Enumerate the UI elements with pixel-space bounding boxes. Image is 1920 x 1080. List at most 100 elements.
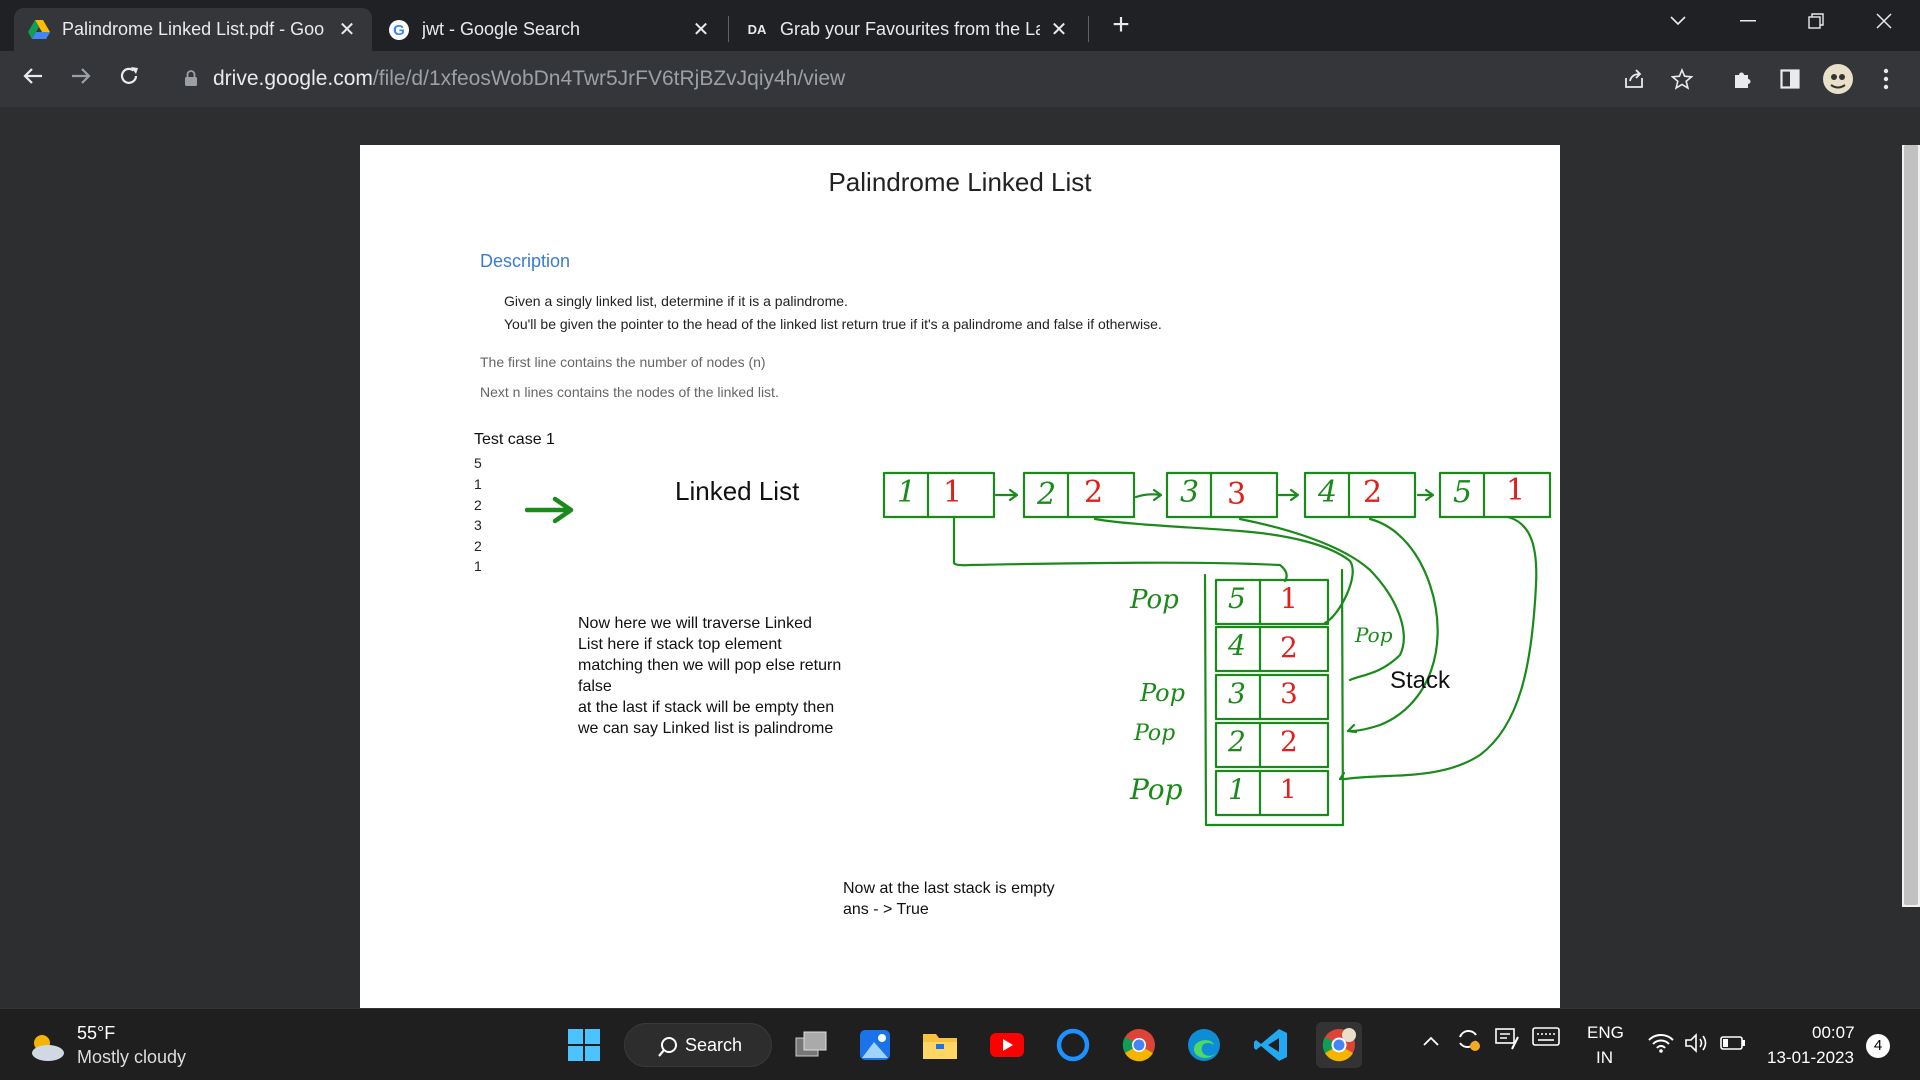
node-value: 3 (1227, 477, 1247, 512)
stack-index: 3 (1228, 677, 1246, 710)
windows-taskbar: 55°F Mostly cloudy Search ENG IN 00:07 1… (0, 1008, 1920, 1080)
profile-avatar[interactable] (1822, 63, 1854, 95)
language-indicator[interactable]: ENG (1587, 1023, 1624, 1043)
windows-start-icon[interactable] (564, 1025, 604, 1065)
node-index: 2 (1037, 477, 1057, 512)
node-index: 5 (1453, 475, 1473, 510)
close-tab-icon[interactable]: ✕ (1048, 17, 1070, 42)
node-value: 1 (943, 475, 963, 510)
notification-badge[interactable]: 4 (1866, 1034, 1890, 1058)
node-index: 4 (1318, 475, 1338, 510)
clock-date[interactable]: 13-01-2023 (1767, 1048, 1854, 1068)
node-index: 1 (897, 475, 917, 510)
pop-note: Pop (1140, 679, 1185, 707)
site-logo-icon: DA (747, 22, 767, 37)
tab-jwt-search[interactable]: G jwt - Google Search ✕ (374, 8, 726, 51)
stack-label: Stack (1390, 667, 1451, 694)
bookmark-star-icon[interactable] (1666, 63, 1698, 95)
minimize-icon[interactable] (1718, 0, 1778, 42)
stack-value: 3 (1280, 677, 1298, 710)
url-text: drive.google.com/file/d/1xfeosWobDn4Twr5… (213, 67, 845, 91)
search-icon (658, 1037, 677, 1057)
weather-cloud-icon[interactable] (24, 1027, 68, 1067)
stack-index: 4 (1228, 629, 1246, 662)
vscode-icon[interactable] (1251, 1025, 1291, 1065)
volume-icon[interactable] (1684, 1033, 1708, 1058)
battery-icon[interactable] (1720, 1035, 1746, 1056)
pop-note: Pop (1130, 773, 1183, 806)
cortana-icon[interactable] (1053, 1025, 1093, 1065)
task-view-icon[interactable] (791, 1025, 831, 1065)
chrome-menu-icon[interactable] (1870, 63, 1902, 95)
new-tab-button[interactable]: + (1106, 10, 1136, 40)
tab-search-icon[interactable] (1648, 0, 1708, 42)
pdf-page: Palindrome Linked List Description Given… (360, 145, 1560, 1015)
back-arrow-icon[interactable] (18, 64, 48, 94)
taskbar-search[interactable]: Search (624, 1023, 772, 1067)
explanation-line: List here if stack top element (578, 636, 782, 653)
chrome-icon[interactable] (1119, 1025, 1159, 1065)
address-bar[interactable]: drive.google.com/file/d/1xfeosWobDn4Twr5… (170, 58, 1700, 100)
node-value: 1 (1506, 473, 1526, 508)
node-value: 2 (1363, 475, 1383, 510)
tab-separator (1088, 16, 1089, 42)
google-drive-icon (28, 19, 50, 41)
explanation-text: Now here we will traverse Linked List he… (578, 613, 878, 739)
edge-icon[interactable] (1184, 1025, 1224, 1065)
url-host: drive.google.com (213, 67, 373, 90)
stack-index: 5 (1228, 582, 1246, 615)
tab-separator (728, 16, 729, 42)
file-explorer-icon[interactable] (920, 1025, 960, 1065)
tab-title: Palindrome Linked List.pdf - Goo (62, 19, 325, 39)
tab-strip: Palindrome Linked List.pdf - Goo ✕ G jwt… (0, 0, 1920, 51)
conclusion-line: Now at the last stack is empty (843, 880, 1055, 897)
stack-index: 2 (1228, 725, 1246, 758)
clock-time[interactable]: 00:07 (1812, 1023, 1855, 1043)
explanation-line: Now here we will traverse Linked (578, 615, 812, 632)
forward-arrow-icon[interactable] (66, 64, 96, 94)
close-window-icon[interactable] (1854, 0, 1914, 42)
stack-value: 1 (1280, 582, 1298, 615)
share-icon[interactable] (1618, 63, 1650, 95)
node-index: 3 (1180, 475, 1200, 510)
close-tab-icon[interactable]: ✕ (336, 17, 358, 42)
tab-title: jwt - Google Search (422, 19, 581, 39)
url-path: /file/d/1xfeosWobDn4Twr5JrFV6tRjBZvJqiy4… (372, 67, 846, 90)
stack-index: 1 (1228, 773, 1246, 806)
chrome-profile-active-icon[interactable] (1316, 1022, 1362, 1068)
search-label: Search (685, 1035, 743, 1055)
side-panel-icon[interactable] (1774, 63, 1806, 95)
tab-drive-pdf[interactable]: Palindrome Linked List.pdf - Goo ✕ (14, 8, 372, 51)
youtube-icon[interactable] (987, 1025, 1027, 1065)
restore-icon[interactable] (1786, 0, 1846, 42)
reload-icon[interactable] (114, 64, 144, 94)
photos-app-icon[interactable] (855, 1025, 895, 1065)
sync-icon[interactable] (1454, 1025, 1482, 1058)
language-region[interactable]: IN (1596, 1048, 1613, 1068)
tab-title: Grab your Favourites from the La (780, 19, 1040, 39)
explanation-line: matching then we will pop else return (578, 657, 842, 674)
explanation-line: at the last if stack will be empty then (578, 699, 835, 716)
pdf-viewer: Palindrome Linked List Description Given… (0, 107, 1920, 1015)
close-tab-icon[interactable]: ✕ (690, 17, 712, 42)
google-icon: G (388, 19, 410, 41)
lock-icon (184, 70, 198, 86)
wifi-icon[interactable] (1648, 1033, 1674, 1058)
scrollbar-thumb[interactable] (1904, 145, 1918, 905)
tab-favourites[interactable]: DA Grab your Favourites from the La ✕ (732, 8, 1084, 51)
touch-keyboard-icon[interactable] (1532, 1025, 1560, 1052)
stack-value: 1 (1280, 775, 1297, 805)
stack-value: 2 (1280, 631, 1298, 664)
weather-temperature[interactable]: 55°F (77, 1023, 115, 1044)
pop-note: Pop (1134, 721, 1176, 746)
node-value: 2 (1084, 475, 1104, 510)
explanation-line: false (578, 678, 612, 695)
pen-workspace-icon[interactable] (1494, 1025, 1520, 1056)
browser-toolbar: drive.google.com/file/d/1xfeosWobDn4Twr5… (0, 51, 1920, 107)
stack-value: 2 (1280, 725, 1298, 758)
weather-condition[interactable]: Mostly cloudy (77, 1047, 186, 1068)
conclusion-line: ans - > True (843, 901, 929, 918)
show-hidden-icons-chevron-icon[interactable] (1422, 1031, 1440, 1052)
extensions-puzzle-icon[interactable] (1726, 63, 1758, 95)
conclusion-text: Now at the last stack is empty ans - > T… (843, 878, 1055, 920)
